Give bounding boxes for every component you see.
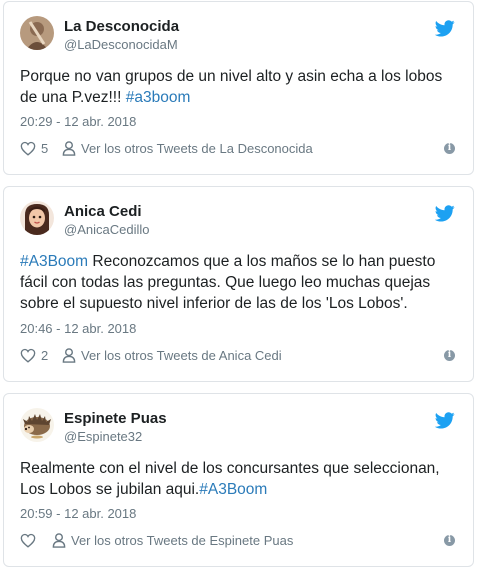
twitter-bird-icon[interactable] (435, 20, 455, 37)
author-name[interactable]: Espinete Puas (64, 410, 167, 427)
tweet-card: Anica Cedi @AnicaCedillo #A3Boom Reconoz… (3, 186, 474, 382)
author-handle[interactable]: @AnicaCedillo (64, 222, 149, 237)
tweet-timestamp[interactable]: 20:46 - 12 abr. 2018 (20, 321, 136, 336)
info-icon[interactable]: i (444, 143, 455, 154)
hashtag-link[interactable]: #a3boom (126, 89, 191, 106)
avatar[interactable] (20, 16, 54, 50)
view-other-tweets-link[interactable]: Ver los otros Tweets de Anica Cedi (81, 348, 282, 363)
like-count: 2 (41, 348, 49, 363)
heart-icon[interactable] (20, 533, 36, 548)
author-handle[interactable]: @Espinete32 (64, 429, 142, 444)
info-icon[interactable]: i (444, 535, 455, 546)
person-icon (62, 141, 76, 156)
author-handle[interactable]: @LaDesconocidaM (64, 37, 178, 52)
like-count: 5 (41, 141, 49, 156)
tweet-text: #A3Boom Reconozcamos que a los maños se … (20, 251, 459, 314)
tweet-timestamp[interactable]: 20:29 - 12 abr. 2018 (20, 114, 136, 129)
avatar[interactable] (20, 408, 54, 442)
author-name[interactable]: La Desconocida (64, 18, 179, 35)
hashtag-link[interactable]: #A3Boom (199, 481, 267, 498)
tweet-card: Espinete Puas @Espinete32 Realmente con … (3, 393, 474, 567)
twitter-bird-icon[interactable] (435, 412, 455, 429)
twitter-bird-icon[interactable] (435, 205, 455, 222)
heart-icon[interactable] (20, 348, 36, 363)
tweet-card: La Desconocida @LaDesconocidaM Porque no… (3, 1, 474, 175)
tweet-timestamp[interactable]: 20:59 - 12 abr. 2018 (20, 506, 136, 521)
tweet-header: La Desconocida @LaDesconocidaM (20, 16, 459, 56)
view-other-tweets-link[interactable]: Ver los otros Tweets de La Desconocida (81, 141, 313, 156)
view-other-tweets-link[interactable]: Ver los otros Tweets de Espinete Puas (71, 533, 293, 548)
tweet-actions: 5 Ver los otros Tweets de La Desconocida… (20, 140, 459, 160)
hashtag-link[interactable]: #A3Boom (20, 253, 88, 270)
avatar[interactable] (20, 201, 54, 235)
tweet-text: Realmente con el nivel de los concursant… (20, 458, 459, 500)
tweet-text: Porque no van grupos de un nivel alto y … (20, 66, 459, 108)
author-name[interactable]: Anica Cedi (64, 203, 142, 220)
tweet-header: Anica Cedi @AnicaCedillo (20, 201, 459, 241)
tweet-header: Espinete Puas @Espinete32 (20, 408, 459, 448)
tweet-text-body: Porque no van grupos de un nivel alto y … (20, 68, 443, 106)
person-icon (52, 533, 66, 548)
heart-icon[interactable] (20, 141, 36, 156)
info-icon[interactable]: i (444, 350, 455, 361)
person-icon (62, 348, 76, 363)
tweet-actions: Ver los otros Tweets de Espinete Puas i (20, 532, 459, 552)
tweet-actions: 2 Ver los otros Tweets de Anica Cedi i (20, 347, 459, 367)
